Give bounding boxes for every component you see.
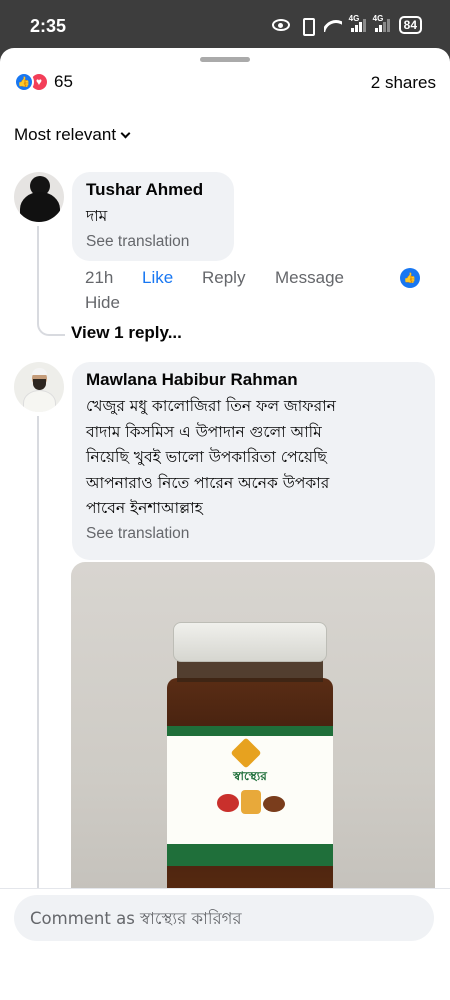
product-brand: স্বাস্থ্যের xyxy=(233,769,267,783)
comment-time: 21h xyxy=(85,268,114,287)
brand-logo-icon xyxy=(230,737,262,769)
signal-label: 4G xyxy=(348,14,360,23)
shares-count[interactable]: 2 shares xyxy=(371,73,436,93)
comment-author[interactable]: Mawlana Habibur Rahman xyxy=(86,370,421,390)
comment-author[interactable]: Tushar Ahmed xyxy=(86,180,220,200)
comment-text-line: পাবেন ইনশাআল্লাহ xyxy=(86,499,203,517)
status-bar: 2:35 4G 4G 84 xyxy=(0,0,450,50)
hide-button[interactable]: Hide xyxy=(85,293,120,313)
comment-composer xyxy=(0,888,450,952)
comment-text-line: আপনারাও নিতে পারেন অনেক উপকার xyxy=(86,473,330,492)
status-icons: 4G 4G 84 xyxy=(271,14,422,36)
thread-connector xyxy=(37,316,65,336)
sort-dropdown[interactable]: Most relevant xyxy=(14,125,131,145)
chevron-down-icon xyxy=(120,128,131,138)
reaction-count: 65 xyxy=(54,72,73,91)
signal-icon: 4G xyxy=(373,14,390,32)
comment-photo[interactable]: স্বাস্থ্যের xyxy=(71,562,435,926)
avatar[interactable] xyxy=(14,172,64,222)
status-time: 2:35 xyxy=(30,16,67,36)
see-translation-link[interactable]: See translation xyxy=(86,525,421,543)
thread-line xyxy=(37,416,39,936)
like-icon: 👍 xyxy=(14,72,34,92)
comment-text-line: নিয়েছি খুবই ভালো উপকারিতা পেয়েছি xyxy=(86,448,327,466)
vibrate-icon xyxy=(299,17,315,36)
thread-line xyxy=(37,226,39,318)
reactions-summary[interactable]: 👍 ♥ 65 xyxy=(14,72,73,92)
product-jar: স্বাস্থ্যের xyxy=(165,622,335,914)
drag-handle[interactable] xyxy=(200,57,250,62)
comment-text: দাম xyxy=(86,207,108,225)
comment-actions: 21h Like Reply Message 1 👍 xyxy=(85,268,437,292)
product-label: স্বাস্থ্যের xyxy=(167,726,333,866)
like-icon: 👍 xyxy=(400,268,420,288)
avatar[interactable] xyxy=(14,362,64,412)
comment-text-line: খেজুর মধু কালোজিরা তিন ফল জাফরান xyxy=(86,397,336,415)
view-replies-link[interactable]: View 1 reply... xyxy=(71,323,182,343)
jar-lid xyxy=(173,622,327,662)
like-button[interactable]: Like xyxy=(142,268,173,288)
message-button[interactable]: Message xyxy=(275,268,344,288)
comment-text: খেজুর মধু কালোজিরা তিন ফল জাফরান বাদাম ক… xyxy=(86,394,421,522)
comment-bubble: Tushar Ahmed দাম See translation xyxy=(72,172,234,261)
battery-icon: 84 xyxy=(398,16,422,34)
eye-comfort-icon xyxy=(271,19,290,31)
comment-bubble: Mawlana Habibur Rahman খেজুর মধু কালোজির… xyxy=(72,362,435,560)
wifi-icon xyxy=(324,18,342,32)
sort-label: Most relevant xyxy=(14,125,117,144)
reply-button[interactable]: Reply xyxy=(202,268,245,288)
comment-text-line: বাদাম কিসমিস এ উপাদান গুলো আমি xyxy=(86,422,322,441)
signal-icon: 4G xyxy=(349,14,366,32)
comments-sheet: 👍 ♥ 65 2 shares Most relevant Tushar Ahm… xyxy=(0,48,450,1000)
see-translation-link[interactable]: See translation xyxy=(86,233,220,251)
comment-input[interactable] xyxy=(14,895,434,941)
